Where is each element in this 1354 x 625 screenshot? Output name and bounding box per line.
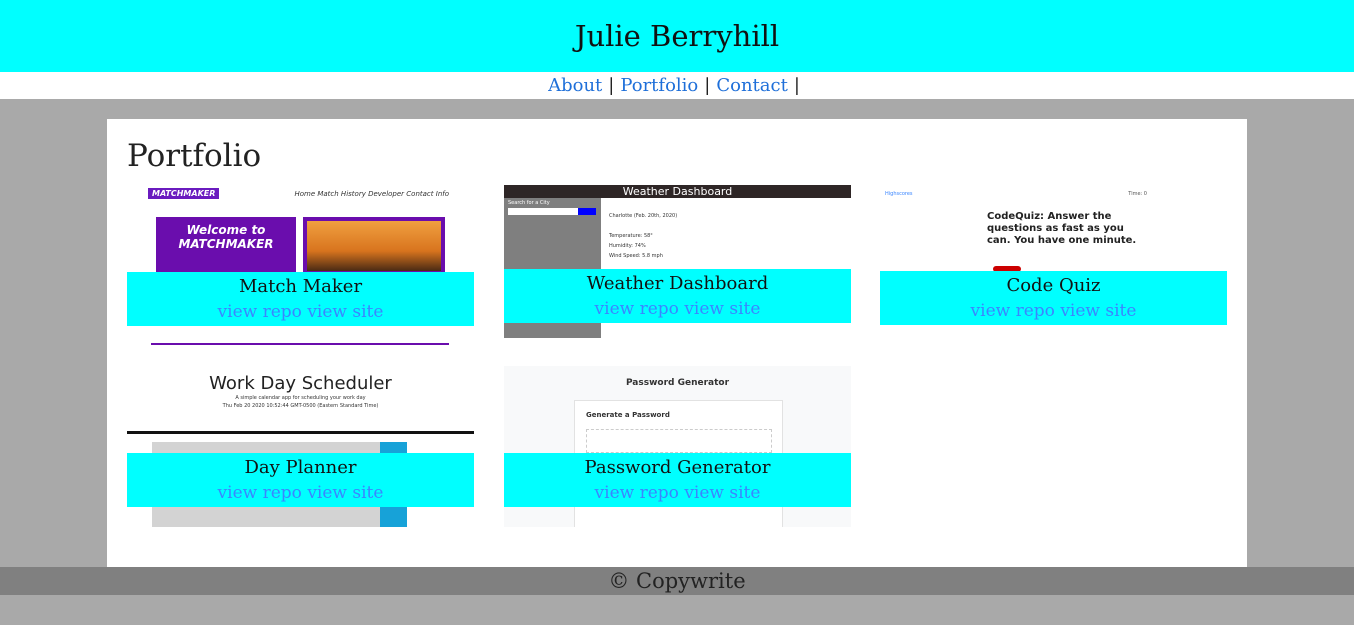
project-card-match-maker: MATCHMAKER Home Match History Developer … [127, 185, 474, 346]
project-title: Match Maker [238, 276, 363, 297]
footer-copyright: © Copywrite [608, 569, 746, 593]
view-repo-link[interactable]: view repo [595, 299, 679, 319]
view-site-link[interactable]: view site [307, 483, 383, 503]
portfolio-section: Portfolio MATCHMAKER Home Match History … [107, 119, 1247, 567]
project-title: Weather Dashboard [586, 273, 769, 294]
preview-nav: Home Match History Developer Contact Inf… [294, 190, 449, 198]
preview-date: Thu Feb 20 2020 10:52:44 GMT-0500 (Easte… [222, 403, 379, 409]
nav-link-portfolio[interactable]: Portfolio [620, 75, 698, 96]
preview-header: Weather Dashboard [504, 185, 851, 198]
preview-temperature: Temperature: 58° [609, 233, 653, 239]
section-heading: Portfolio [127, 138, 262, 174]
project-title: Code Quiz [1006, 275, 1101, 296]
preview-city: Charlotte (Feb. 20th, 2020) [609, 213, 678, 219]
preview-search-button [578, 208, 596, 215]
project-caption: Day Planner view repo view site [127, 453, 474, 507]
view-site-link[interactable]: view site [684, 299, 760, 319]
preview-subtitle: A simple calendar app for scheduling you… [235, 395, 366, 401]
project-title: Day Planner [244, 457, 357, 478]
nav-link-contact[interactable]: Contact [716, 75, 787, 96]
preview-wind: Wind Speed: 5.8 mph [609, 253, 663, 259]
project-title: Password Generator [584, 457, 771, 478]
main-nav: About | Portfolio | Contact | [0, 72, 1354, 99]
view-repo-link[interactable]: view repo [971, 301, 1055, 321]
preview-welcome: Welcome to MATCHMAKER [156, 217, 296, 273]
preview-rule [127, 431, 474, 434]
nav-separator: | [793, 75, 800, 96]
nav-separator: | [704, 75, 711, 96]
site-footer: © Copywrite [0, 567, 1354, 595]
view-repo-link[interactable]: view repo [218, 483, 302, 503]
view-site-link[interactable]: view site [1060, 301, 1136, 321]
preview-logo: MATCHMAKER [148, 188, 220, 199]
preview-heading: Password Generator [625, 378, 730, 388]
preview-search-input [508, 208, 578, 215]
project-card-day-planner: Work Day Scheduler A simple calendar app… [127, 366, 474, 527]
project-card-code-quiz: Highscores Time: 0 CodeQuiz: Answer the … [880, 185, 1227, 325]
preview-timer: Time: 0 [1128, 191, 1147, 197]
project-caption: Password Generator view repo view site [504, 453, 851, 507]
project-caption: Code Quiz view repo view site [880, 271, 1227, 325]
site-header: Julie Berryhill [0, 0, 1354, 72]
view-site-link[interactable]: view site [684, 483, 760, 503]
view-repo-link[interactable]: view repo [218, 302, 302, 322]
project-card-password-generator: Password Generator Generate a Password P… [504, 366, 851, 527]
preview-search-label: Search for a City [508, 200, 550, 206]
preview-divider [151, 343, 449, 345]
project-card-weather-dashboard: Weather Dashboard Search for a City Char… [504, 185, 851, 338]
preview-subheading: Generate a Password [586, 411, 670, 419]
preview-prompt: CodeQuiz: Answer the questions as fast a… [987, 211, 1137, 246]
preview-humidity: Humidity: 74% [609, 243, 646, 249]
nav-separator: | [608, 75, 615, 96]
site-title: Julie Berryhill [574, 19, 780, 53]
project-caption: Weather Dashboard view repo view site [504, 269, 851, 323]
nav-link-about[interactable]: About [548, 75, 602, 96]
preview-sunset-image [307, 221, 441, 271]
view-site-link[interactable]: view site [307, 302, 383, 322]
preview-heading: Work Day Scheduler [209, 373, 392, 394]
view-repo-link[interactable]: view repo [595, 483, 679, 503]
preview-password-box [586, 429, 772, 453]
preview-highscores-link: Highscores [885, 191, 913, 197]
project-caption: Match Maker view repo view site [127, 272, 474, 326]
